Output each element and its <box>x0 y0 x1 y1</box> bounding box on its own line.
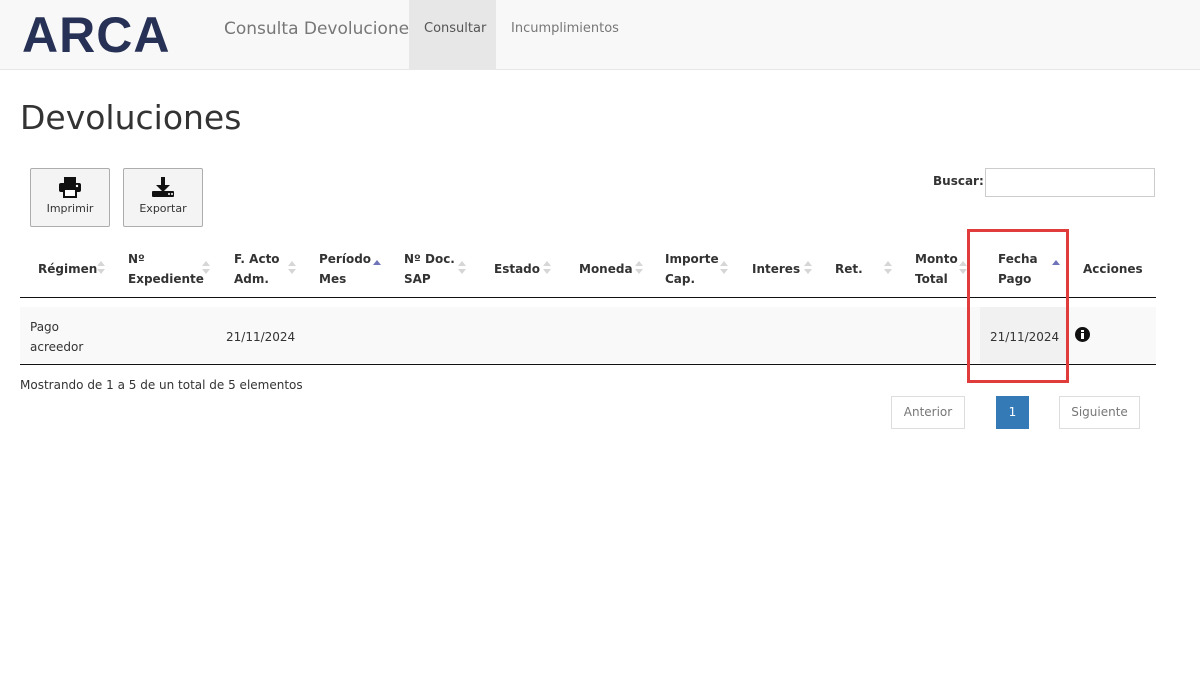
col-header-doc-sap-line1: Nº Doc. <box>404 252 455 266</box>
col-header-regimen-label: Régimen <box>38 262 98 276</box>
pagination-previous[interactable]: Anterior <box>891 396 965 429</box>
search-input[interactable] <box>985 168 1155 197</box>
col-header-importe[interactable]: Importe Cap. <box>665 249 719 289</box>
col-header-doc-sap-line2: SAP <box>404 272 431 286</box>
col-header-fecha-acto[interactable]: F. Acto Adm. <box>234 249 280 289</box>
cell-regimen-line2: acreedor <box>30 340 84 354</box>
sort-icon <box>202 261 210 275</box>
col-header-periodo-line1: Período <box>319 252 372 266</box>
nav-tab-incumplimientos[interactable]: Incumplimientos <box>496 0 634 69</box>
sort-icon <box>458 261 466 275</box>
col-header-moneda-label: Moneda <box>579 262 633 276</box>
col-header-ret-label: Ret. <box>835 262 863 276</box>
col-header-importe-line2: Cap. <box>665 272 696 286</box>
col-header-acciones: Acciones <box>1083 259 1143 279</box>
pagination-page-1[interactable]: 1 <box>996 396 1029 429</box>
sort-icon <box>635 261 643 275</box>
col-header-regimen[interactable]: Régimen <box>38 259 97 279</box>
col-header-interes-label: Interes <box>752 262 801 276</box>
highlight-box <box>967 229 1069 383</box>
page-title: Devoluciones <box>20 98 242 137</box>
download-icon <box>152 177 174 197</box>
cell-regimen: Pago acreedor <box>30 317 83 357</box>
sort-icon <box>288 261 296 275</box>
navbar: ARCA Consulta Devoluciones Consultar Inc… <box>0 0 1200 70</box>
cell-regimen-line1: Pago <box>30 320 60 334</box>
print-button[interactable]: Imprimir <box>30 168 110 227</box>
sort-icon <box>720 261 728 275</box>
info-circle-icon[interactable] <box>1075 327 1090 342</box>
col-header-monto-total[interactable]: Monto Total <box>915 249 958 289</box>
arca-logo[interactable]: ARCA <box>22 8 170 62</box>
search-label: Buscar: <box>933 174 984 188</box>
col-header-fecha-acto-line2: Adm. <box>234 272 269 286</box>
print-button-label: Imprimir <box>46 202 94 215</box>
export-button[interactable]: Exportar <box>123 168 203 227</box>
col-header-interes[interactable]: Interes <box>752 259 800 279</box>
sort-icon <box>97 261 105 275</box>
export-button-label: Exportar <box>139 202 187 215</box>
col-header-expediente-line2: Expediente <box>128 272 204 286</box>
col-header-acciones-label: Acciones <box>1083 262 1143 276</box>
sort-asc-icon <box>373 260 381 274</box>
col-header-periodo-line2: Mes <box>319 272 347 286</box>
sort-icon <box>884 261 892 275</box>
col-header-monto-line1: Monto <box>915 252 958 266</box>
col-header-estado[interactable]: Estado <box>494 259 540 279</box>
table-info: Mostrando de 1 a 5 de un total de 5 elem… <box>20 378 303 392</box>
col-header-doc-sap[interactable]: Nº Doc. SAP <box>404 249 455 289</box>
col-header-monto-line2: Total <box>915 272 948 286</box>
nav-tab-consultar[interactable]: Consultar <box>409 0 496 69</box>
col-header-estado-label: Estado <box>494 262 541 276</box>
col-header-expediente-line1: Nº <box>128 252 145 266</box>
sort-icon <box>543 261 551 275</box>
print-icon <box>59 177 81 198</box>
sort-icon <box>959 261 967 275</box>
col-header-moneda[interactable]: Moneda <box>579 259 633 279</box>
cell-fecha-acto: 21/11/2024 <box>226 330 296 344</box>
navbar-brand[interactable]: Consulta Devoluciones <box>224 18 418 40</box>
col-header-importe-line1: Importe <box>665 252 719 266</box>
col-header-expediente[interactable]: Nº Expediente <box>128 249 204 289</box>
col-header-fecha-acto-line1: F. Acto <box>234 252 280 266</box>
sort-icon <box>804 261 812 275</box>
col-header-periodo-mes[interactable]: Período Mes <box>319 249 371 289</box>
pagination-next[interactable]: Siguiente <box>1059 396 1140 429</box>
col-header-ret[interactable]: Ret. <box>835 259 863 279</box>
